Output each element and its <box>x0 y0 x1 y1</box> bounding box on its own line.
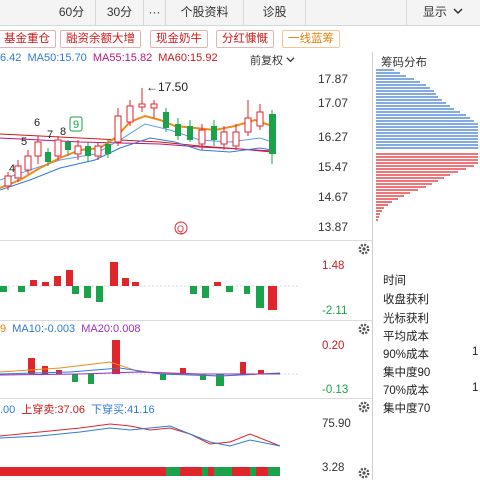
wave-number: 6 <box>34 117 40 129</box>
price-axis-label: 17.07 <box>318 96 349 110</box>
display-dropdown[interactable]: 显示 <box>406 0 480 26</box>
wave-number: 8 <box>60 126 66 138</box>
chip-info-label: 平均成本 <box>383 331 429 343</box>
chip-bars-red <box>376 153 478 221</box>
indicator2-legend: 9 MA10:-0.003 MA20:0.008 <box>0 323 141 339</box>
indicator3-legend: .00 上穿卖:37.06 下穿买:41.16 <box>0 401 155 417</box>
indicator3-legend-item: 下穿买:41.16 <box>91 404 155 416</box>
highlight-number: 9 <box>73 119 79 131</box>
chip-info-label: 集中度90 <box>383 367 431 379</box>
tag-blue-chip[interactable]: 一线蓝筹 <box>282 30 340 48</box>
candles <box>4 88 276 190</box>
indicator2-axis-top: 0.20 <box>322 340 345 352</box>
price-axis-label: 17.87 <box>318 72 349 86</box>
tab-more[interactable]: ··· <box>144 0 166 26</box>
tab-30min[interactable]: 30分 <box>96 0 144 26</box>
ma-legend-item: MA55:15.82 <box>92 52 153 64</box>
indicator2-legend-item: 9 <box>0 323 7 335</box>
indicator2-chart[interactable] <box>0 338 300 396</box>
price-axis-label: 14.67 <box>318 190 349 204</box>
chip-info-label: 时间 <box>383 275 406 287</box>
indicator3-chart[interactable] <box>0 416 300 480</box>
divider <box>0 240 372 241</box>
chip-info-label: 收盘获利 <box>383 294 429 306</box>
indicator3-axis-top: 75.90 <box>322 418 351 430</box>
indicator3-line-blue <box>0 425 281 447</box>
price-axis-label: 16.27 <box>318 130 349 144</box>
chip-info-label: 光标获利 <box>383 313 429 325</box>
ma-legend-item: MA60:15.92 <box>158 52 218 64</box>
indicator2-bars <box>28 340 264 386</box>
ma-legend-item: 6.42 <box>0 52 22 64</box>
indicator2-legend-item: MA20:0.008 <box>81 323 141 335</box>
macd-axis-bottom: -2.11 <box>322 305 348 317</box>
period-tab-bar: 60分 30分 ··· 个股资料 诊股 显示 <box>0 0 480 26</box>
macd-histogram-chart[interactable] <box>0 256 300 322</box>
tab-60min[interactable]: 60分 <box>48 0 96 26</box>
q-marker-letter: Q <box>177 224 184 234</box>
chevron-down-icon <box>286 57 295 63</box>
macd-axis-top: 1.48 <box>322 260 345 272</box>
chip-bars-blue <box>376 69 478 149</box>
chip-info-value: 1 <box>472 382 479 394</box>
tag-fund-holding[interactable]: 基金重仓 <box>0 30 56 48</box>
high-price-label: ←17.50 <box>146 80 188 94</box>
price-axis-label: 13.87 <box>318 220 349 234</box>
indicator2-axis-bottom: -0.13 <box>322 384 349 396</box>
indicator2-legend-item: MA10:-0.003 <box>12 323 76 335</box>
candlestick-chart[interactable]: 4 5 6 7 8 9 ←17.50 Q <box>0 64 310 242</box>
chip-info-label: 集中度70 <box>383 403 431 415</box>
wave-number: 5 <box>21 136 27 148</box>
price-axis-label: 15.47 <box>318 160 349 174</box>
indicator3-legend-item: .00 <box>0 404 16 416</box>
tab-stock-profile[interactable]: 个股资料 <box>166 0 244 26</box>
chip-distribution-chart <box>376 69 478 221</box>
divider <box>0 398 372 399</box>
indicator3-axis-bottom: 3.28 <box>322 462 345 474</box>
gear-icon[interactable] <box>357 322 371 336</box>
indicator3-line-red <box>0 423 281 447</box>
chip-info-value: 1 <box>472 346 479 358</box>
ma-legend-item: MA50:15.70 <box>27 52 87 64</box>
tag-generous-dividend[interactable]: 分红慷慨 <box>216 30 274 48</box>
gear-icon[interactable] <box>357 242 371 256</box>
indicator3-legend-item: 上穿卖:37.06 <box>21 404 85 416</box>
tab-diagnose[interactable]: 诊股 <box>244 0 306 26</box>
wave-number: 4 <box>9 163 15 175</box>
stock-tag-row: 基金重仓 融资余额大增 现金奶牛 分红慷慨 一线蓝筹 <box>0 27 480 51</box>
tag-margin-increase[interactable]: 融资余额大增 <box>60 30 141 48</box>
divider <box>372 52 373 480</box>
chip-info-label: 70%成本 <box>383 385 430 397</box>
signal-strip <box>0 467 280 476</box>
gear-icon[interactable] <box>357 466 371 480</box>
chevron-down-icon <box>453 8 463 15</box>
tag-cash-cow[interactable]: 现金奶牛 <box>150 30 208 48</box>
gear-icon[interactable] <box>357 400 371 414</box>
chip-info-label: 90%成本 <box>383 349 430 361</box>
display-label: 显示 <box>422 5 447 19</box>
wave-number: 7 <box>47 129 53 141</box>
